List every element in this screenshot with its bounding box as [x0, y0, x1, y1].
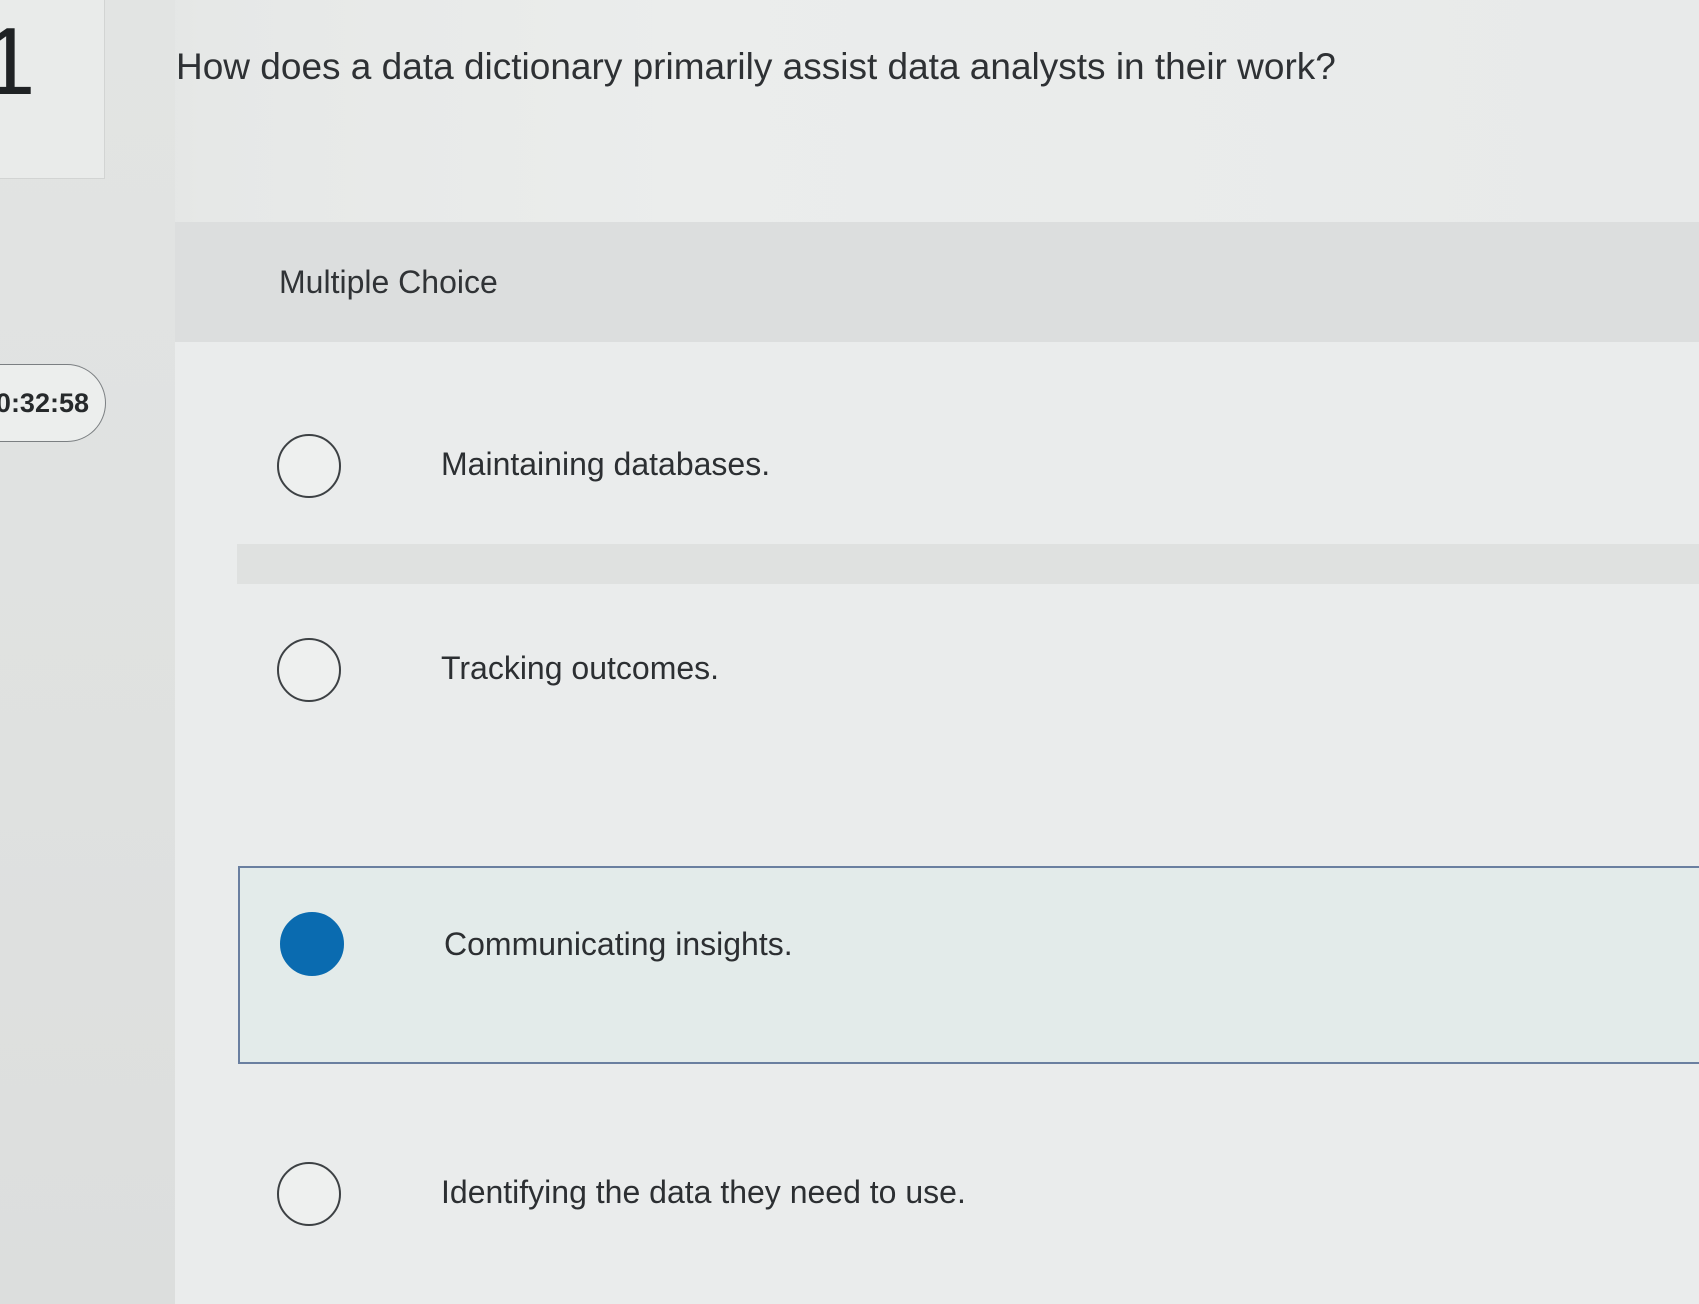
answer-option[interactable]: Maintaining databases.	[237, 372, 1699, 562]
radio-button-icon[interactable]	[277, 638, 341, 702]
question-text: How does a data dictionary primarily ass…	[176, 46, 1336, 87]
answer-option-label: Maintaining databases.	[441, 446, 771, 482]
left-rail: 1 0:32:58	[0, 0, 175, 1304]
option-divider	[237, 544, 1699, 584]
answer-option-selected[interactable]: Communicating insights.	[238, 866, 1699, 1064]
question-number: 1	[0, 8, 36, 115]
radio-button-selected-icon[interactable]	[280, 912, 344, 976]
radio-button-icon[interactable]	[277, 1162, 341, 1226]
answer-option-label: Identifying the data they need to use.	[441, 1174, 966, 1210]
answer-option[interactable]: Identifying the data they need to use.	[237, 1122, 1699, 1304]
answer-option[interactable]: Tracking outcomes.	[237, 584, 1699, 774]
answer-option-label: Tracking outcomes.	[441, 650, 720, 686]
question-type-label: Multiple Choice	[279, 264, 498, 300]
question-number-box: 1	[0, 0, 105, 179]
answer-option-label: Communicating insights.	[444, 926, 793, 962]
question-type-header: Multiple Choice	[175, 222, 1699, 342]
quiz-page: 1 0:32:58 How does a data dictionary pri…	[0, 0, 1699, 1304]
answer-area: Multiple Choice Maintaining databases. T…	[175, 222, 1699, 1304]
timer-badge: 0:32:58	[0, 364, 106, 442]
radio-button-icon[interactable]	[277, 434, 341, 498]
